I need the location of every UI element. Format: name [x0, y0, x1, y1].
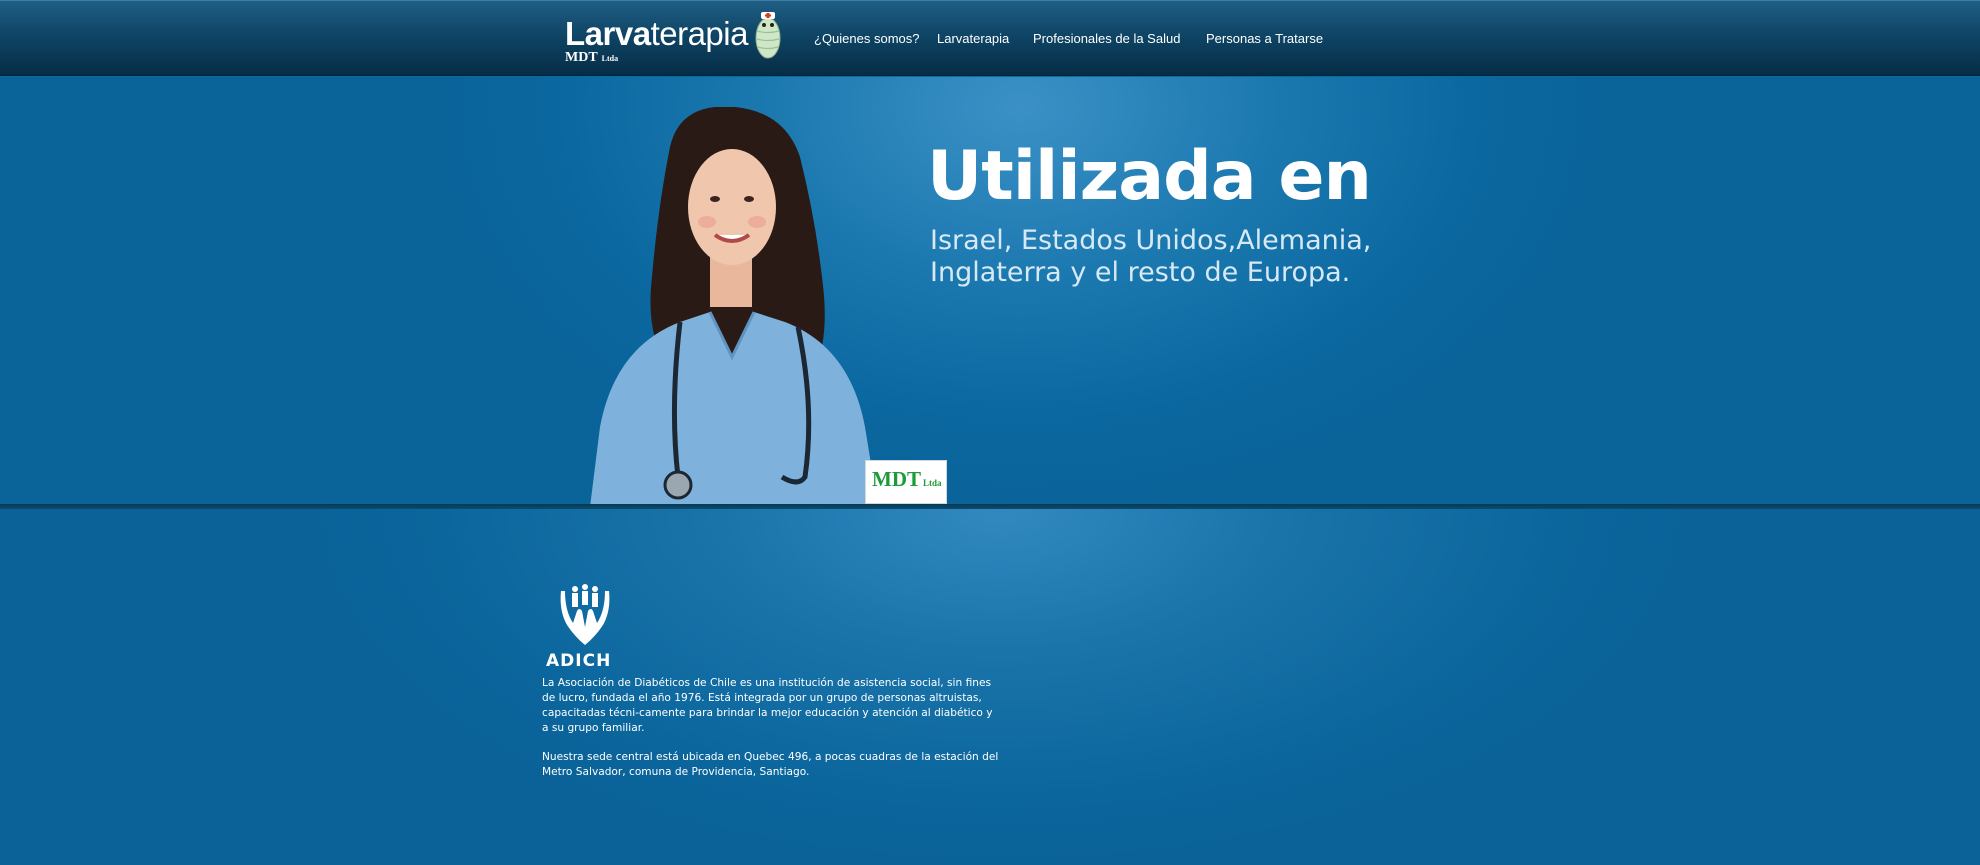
nav-item-personas-tratarse[interactable]: Personas a Tratarse — [1206, 31, 1323, 46]
adich-logo-text: ADICH — [546, 651, 612, 671]
hero-banner: MDT Ltda Utilizada en Israel, Estados Uni… — [0, 77, 1980, 504]
badge-label: MDT Ltda — [872, 467, 942, 492]
hero-subtitle-line1: Israel, Estados Unidos,Alemania, — [930, 225, 1372, 256]
badge-small-text: Ltda — [923, 478, 942, 488]
larvaterapia-logo[interactable]: Larvaterapia MDT Ltda — [565, 11, 785, 69]
logo-sub-main: MDT — [565, 50, 598, 65]
nav-item-quienes-somos[interactable]: ¿Quienes somos? — [814, 31, 920, 46]
logo-word-light: terapia — [650, 15, 749, 52]
adich-logo[interactable]: ADICH — [545, 581, 625, 671]
hero-subtitle: Israel, Estados Unidos,Alemania, Inglate… — [930, 225, 1450, 289]
badge-main-text: MDT — [872, 467, 921, 491]
hands-heart-icon — [560, 584, 610, 645]
about-paragraph-1: La Asociación de Diabéticos de Chile es … — [542, 677, 993, 734]
larva-mascot-icon — [755, 12, 781, 59]
about-text: La Asociación de Diabéticos de Chile es … — [542, 676, 1002, 794]
hero-title: Utilizada en — [927, 137, 1372, 216]
about-paragraph-2: Nuestra sede central está ubicada en Que… — [542, 751, 999, 778]
logo-wordmark: Larvaterapia — [565, 15, 748, 53]
logo-word-bold: Larva — [565, 15, 651, 52]
about-section: ADICH La Asociación de Diabéticos de Chi… — [0, 509, 1980, 865]
nav-item-profesionales-salud[interactable]: Profesionales de la Salud — [1033, 31, 1180, 46]
logo-subtitle: MDT Ltda — [565, 50, 618, 66]
nurse-photo — [590, 107, 878, 504]
nav-item-larvaterapia[interactable]: Larvaterapia — [937, 31, 1009, 46]
logo-sub-small: Ltda — [601, 54, 619, 63]
mdt-badge: MDT Ltda — [865, 460, 947, 504]
top-navigation-bar: Larvaterapia MDT Ltda ¿Quienes somos? Lar… — [0, 0, 1980, 76]
hero-subtitle-line2: Inglaterra y el resto de Europa. — [930, 257, 1351, 288]
